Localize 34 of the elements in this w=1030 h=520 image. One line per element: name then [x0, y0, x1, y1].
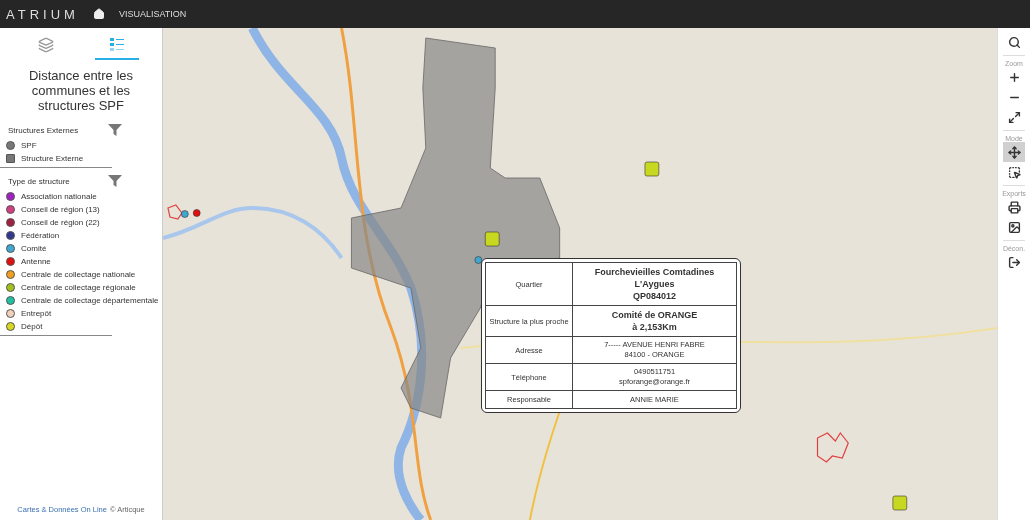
legend-label: Dépôt	[21, 322, 43, 331]
search-icon	[1007, 35, 1021, 49]
select-icon	[1007, 165, 1021, 179]
logout-icon	[1007, 255, 1021, 269]
fit-icon	[1007, 110, 1021, 124]
legend-title: Type de structure	[8, 176, 70, 186]
app-logo: ATRIUM	[6, 6, 79, 22]
map-title: Distance entre les communes et les structures SPF	[27, 67, 135, 115]
legend-label: Comité	[21, 244, 47, 253]
legend-label: Centrale de collectage nationale	[21, 270, 136, 279]
pan-button[interactable]	[1003, 142, 1025, 162]
filter-icon[interactable]	[108, 174, 122, 188]
print-icon	[1007, 200, 1021, 214]
legend-label: Fédération	[21, 231, 60, 240]
zoom-in-icon	[1007, 70, 1021, 84]
legend-label: Conseil de région (13)	[21, 205, 100, 214]
legend-label: Centrale de collectage régionale	[21, 283, 136, 292]
legend-label: Centrale de collectage départementale	[21, 296, 159, 305]
legend-icon	[108, 37, 125, 53]
legend-label: Entrepôt	[21, 309, 52, 318]
image-export-icon	[1007, 220, 1021, 234]
info-value: Comité de ORANGE à 2,153Km	[572, 305, 737, 337]
legend-label: Structure Externe	[21, 154, 84, 163]
legend-label: Antenne	[21, 257, 51, 266]
home-icon[interactable]	[92, 8, 105, 20]
layers-icon	[37, 37, 54, 53]
legend-label: SPF	[21, 141, 37, 150]
legend-label: Association nationale	[21, 192, 97, 201]
legend-title: Structures Externes	[8, 125, 79, 135]
pan-icon	[1007, 145, 1021, 159]
info-value: Fourchevieilles Comtadines L'Aygues QP084012	[572, 262, 737, 306]
nav-link[interactable]: VISUALISATION	[118, 9, 187, 19]
filter-icon[interactable]	[108, 123, 122, 137]
legend-label: Conseil de région (22)	[21, 218, 100, 227]
